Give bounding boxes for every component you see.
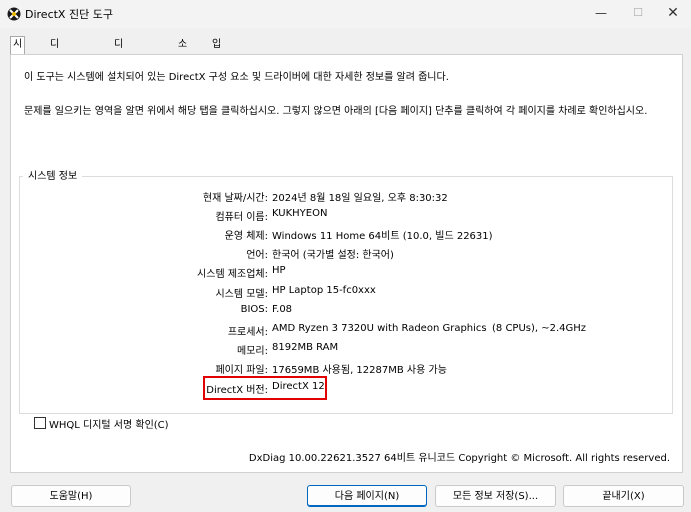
intro-text: 이 도구는 시스템에 설치되어 있는 DirectX 구성 요소 및 드라이버에… (24, 72, 449, 83)
info-label: 메모리: (237, 346, 268, 357)
info-value: 8192MB RAM (272, 342, 339, 353)
tab-input[interactable]: 입력 (210, 37, 223, 66)
info-row-model: 시스템 모델: HP Laptop 15-fc0xxx (11, 285, 671, 300)
info-value: KUKHYEON (272, 208, 328, 219)
info-row-processor: 프로세서: AMD Ryzen 3 7320U with Radeon Grap… (11, 323, 671, 338)
tab-system[interactable]: 시스템 (10, 36, 26, 82)
info-label: BIOS: (240, 304, 268, 315)
info-value: HP (272, 265, 286, 276)
tab-display-2[interactable]: 디스플레이 2 (112, 37, 125, 130)
system-panel: 이 도구는 시스템에 설치되어 있는 DirectX 구성 요소 및 드라이버에… (10, 54, 683, 473)
info-row-page-file: 페이지 파일: 17659MB 사용됨, 12287MB 사용 가능 (11, 361, 671, 376)
minimize-button[interactable]: — (590, 4, 612, 22)
info-row-bios: BIOS: F.08 (11, 304, 671, 318)
cpu-cores-speed: (8 CPUs), ~2.4GHz (492, 323, 587, 334)
info-row-directx-version: DirectX 버전: DirectX 12 (11, 381, 671, 396)
info-label: 운영 체제: (224, 231, 268, 242)
tab-display-1[interactable]: 디스플레이 1 (48, 37, 61, 130)
checkbox-box[interactable] (34, 417, 46, 429)
version-copyright: DxDiag 10.00.22621.3527 64비트 유니코드 Copyri… (248, 453, 670, 464)
info-label: 시스템 모델: (215, 289, 268, 300)
info-row-computer-name: 컴퓨터 이름: KUKHYEON (11, 208, 671, 223)
window-title: DirectX 진단 도구 (25, 8, 113, 21)
info-row-os: 운영 체제: Windows 11 Home 64비트 (10.0, 빌드 22… (11, 227, 671, 242)
info-label: 페이지 파일: (215, 365, 268, 376)
instructions-text: 문제를 일으키는 영역을 알면 위에서 해당 탭을 클릭하십시오. 그렇지 않으… (24, 106, 648, 117)
tab-sound[interactable]: 소리 (176, 37, 189, 66)
whql-label: WHQL 디지털 서명 확인(C) (49, 420, 169, 431)
title-bar: DirectX 진단 도구 — ☐ ✕ (0, 0, 691, 28)
info-value: 2024년 8월 18일 일요일, 오후 8:30:32 (272, 193, 448, 204)
directx-icon (7, 7, 21, 21)
info-value: 17659MB 사용됨, 12287MB 사용 가능 (272, 365, 447, 376)
close-button[interactable]: ✕ (662, 4, 684, 22)
info-value: AMD Ryzen 3 7320U with Radeon Graphics (272, 323, 487, 334)
info-row-language: 언어: 한국어 (국가별 설정: 한국어) (11, 246, 671, 261)
whql-checkbox[interactable]: WHQL 디지털 서명 확인(C) (34, 416, 169, 431)
info-label: 언어: (246, 250, 268, 261)
info-label: 컴퓨터 이름: (215, 212, 268, 223)
info-label: 현재 날짜/시간: (202, 193, 268, 204)
system-info-title: 시스템 정보 (23, 167, 83, 182)
info-row-manufacturer: 시스템 제조업체: HP (11, 265, 671, 280)
info-value: 한국어 (국가별 설정: 한국어) (272, 250, 394, 261)
info-value: HP Laptop 15-fc0xxx (272, 285, 376, 296)
directx-version-highlight (203, 376, 327, 400)
help-button[interactable]: 도움말(H) (11, 485, 131, 507)
info-value: Windows 11 Home 64비트 (10.0, 빌드 22631) (272, 231, 493, 242)
info-row-memory: 메모리: 8192MB RAM (11, 342, 671, 357)
next-page-button[interactable]: 다음 페이지(N) (307, 485, 427, 507)
info-label: 프로세서: (227, 327, 268, 338)
info-value: F.08 (272, 304, 293, 315)
save-all-info-button[interactable]: 모든 정보 저장(S)... (435, 485, 556, 507)
exit-button[interactable]: 끝내기(X) (563, 485, 684, 507)
info-row-datetime: 현재 날짜/시간: 2024년 8월 18일 일요일, 오후 8:30:32 (11, 189, 671, 204)
info-label: 시스템 제조업체: (197, 269, 268, 280)
maximize-button[interactable]: ☐ (627, 4, 649, 22)
